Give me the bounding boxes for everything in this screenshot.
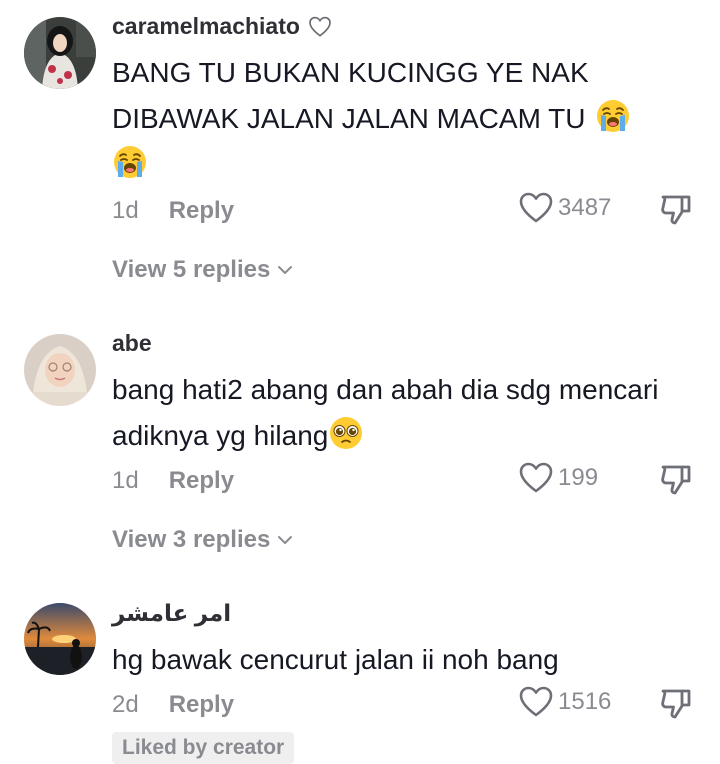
thumbs-down-icon[interactable] — [658, 461, 694, 497]
comment-text: hg bawak cencurut jalan ii noh bang — [112, 637, 692, 683]
comment-body: hg bawak cencurut jalan ii noh bang — [112, 644, 559, 675]
comment-text: bang hati2 abang dan abah dia sdg mencar… — [112, 367, 692, 459]
avatar[interactable] — [24, 334, 96, 406]
username[interactable]: امر عامشر — [112, 600, 231, 627]
like-button[interactable]: 1516 — [518, 684, 611, 720]
comment-body: BANG TU BUKAN KUCINGG YE NAK DIBAWAK JAL… — [112, 57, 589, 134]
pleading-face-icon — [328, 415, 364, 451]
username-text[interactable]: امر عامشر — [112, 600, 231, 627]
view-replies-label: View 5 replies — [112, 256, 271, 283]
like-button[interactable]: 3487 — [518, 190, 611, 226]
avatar[interactable] — [24, 17, 96, 89]
dislike-button[interactable] — [658, 685, 694, 721]
reply-button[interactable]: Reply — [169, 197, 234, 225]
like-count: 199 — [558, 464, 599, 491]
chevron-down-icon — [276, 531, 294, 549]
comment-text: BANG TU BUKAN KUCINGG YE NAK DIBAWAK JAL… — [112, 50, 692, 188]
comment-meta: 1d Reply — [112, 197, 234, 225]
timestamp: 1d — [112, 197, 139, 224]
thumbs-down-icon[interactable] — [658, 685, 694, 721]
username[interactable]: caramelmachiato — [112, 13, 332, 40]
dislike-button[interactable] — [658, 461, 694, 497]
like-count: 3487 — [558, 194, 612, 221]
chevron-down-icon — [276, 261, 294, 279]
heart-outline-icon[interactable] — [518, 684, 554, 720]
view-replies-button[interactable]: View 3 replies — [112, 526, 294, 554]
username-text[interactable]: abe — [112, 330, 152, 357]
comment-body: bang hati2 abang dan abah dia sdg mencar… — [112, 374, 659, 451]
avatar[interactable] — [24, 603, 96, 675]
username[interactable]: abe — [112, 330, 152, 357]
liked-by-creator-badge: Liked by creator — [112, 732, 295, 764]
comment-meta: 1d Reply — [112, 467, 234, 495]
heart-outline-icon[interactable] — [518, 460, 554, 496]
timestamp: 2d — [112, 691, 139, 718]
comment-item: امر عامشر hg bawak cencurut jalan ii noh… — [0, 590, 720, 764]
view-replies-button[interactable]: View 5 replies — [112, 256, 294, 284]
view-replies-label: View 3 replies — [112, 526, 271, 553]
comment-meta: 2d Reply — [112, 691, 234, 719]
heart-outline-icon[interactable] — [518, 190, 554, 226]
timestamp: 1d — [112, 467, 139, 494]
username-text[interactable]: caramelmachiato — [112, 13, 300, 40]
loudly-crying-face-icon — [112, 144, 148, 180]
like-count: 1516 — [558, 688, 612, 715]
dislike-button[interactable] — [658, 191, 694, 227]
heart-icon — [308, 15, 332, 39]
loudly-crying-face-icon — [595, 98, 631, 134]
thumbs-down-icon[interactable] — [658, 191, 694, 227]
comment-item: abe bang hati2 abang dan abah dia sdg me… — [0, 320, 720, 570]
comment-item: caramelmachiato BANG TU BUKAN KUCINGG YE… — [0, 0, 720, 300]
reply-button[interactable]: Reply — [169, 691, 234, 719]
like-button[interactable]: 199 — [518, 460, 598, 496]
reply-button[interactable]: Reply — [169, 467, 234, 495]
